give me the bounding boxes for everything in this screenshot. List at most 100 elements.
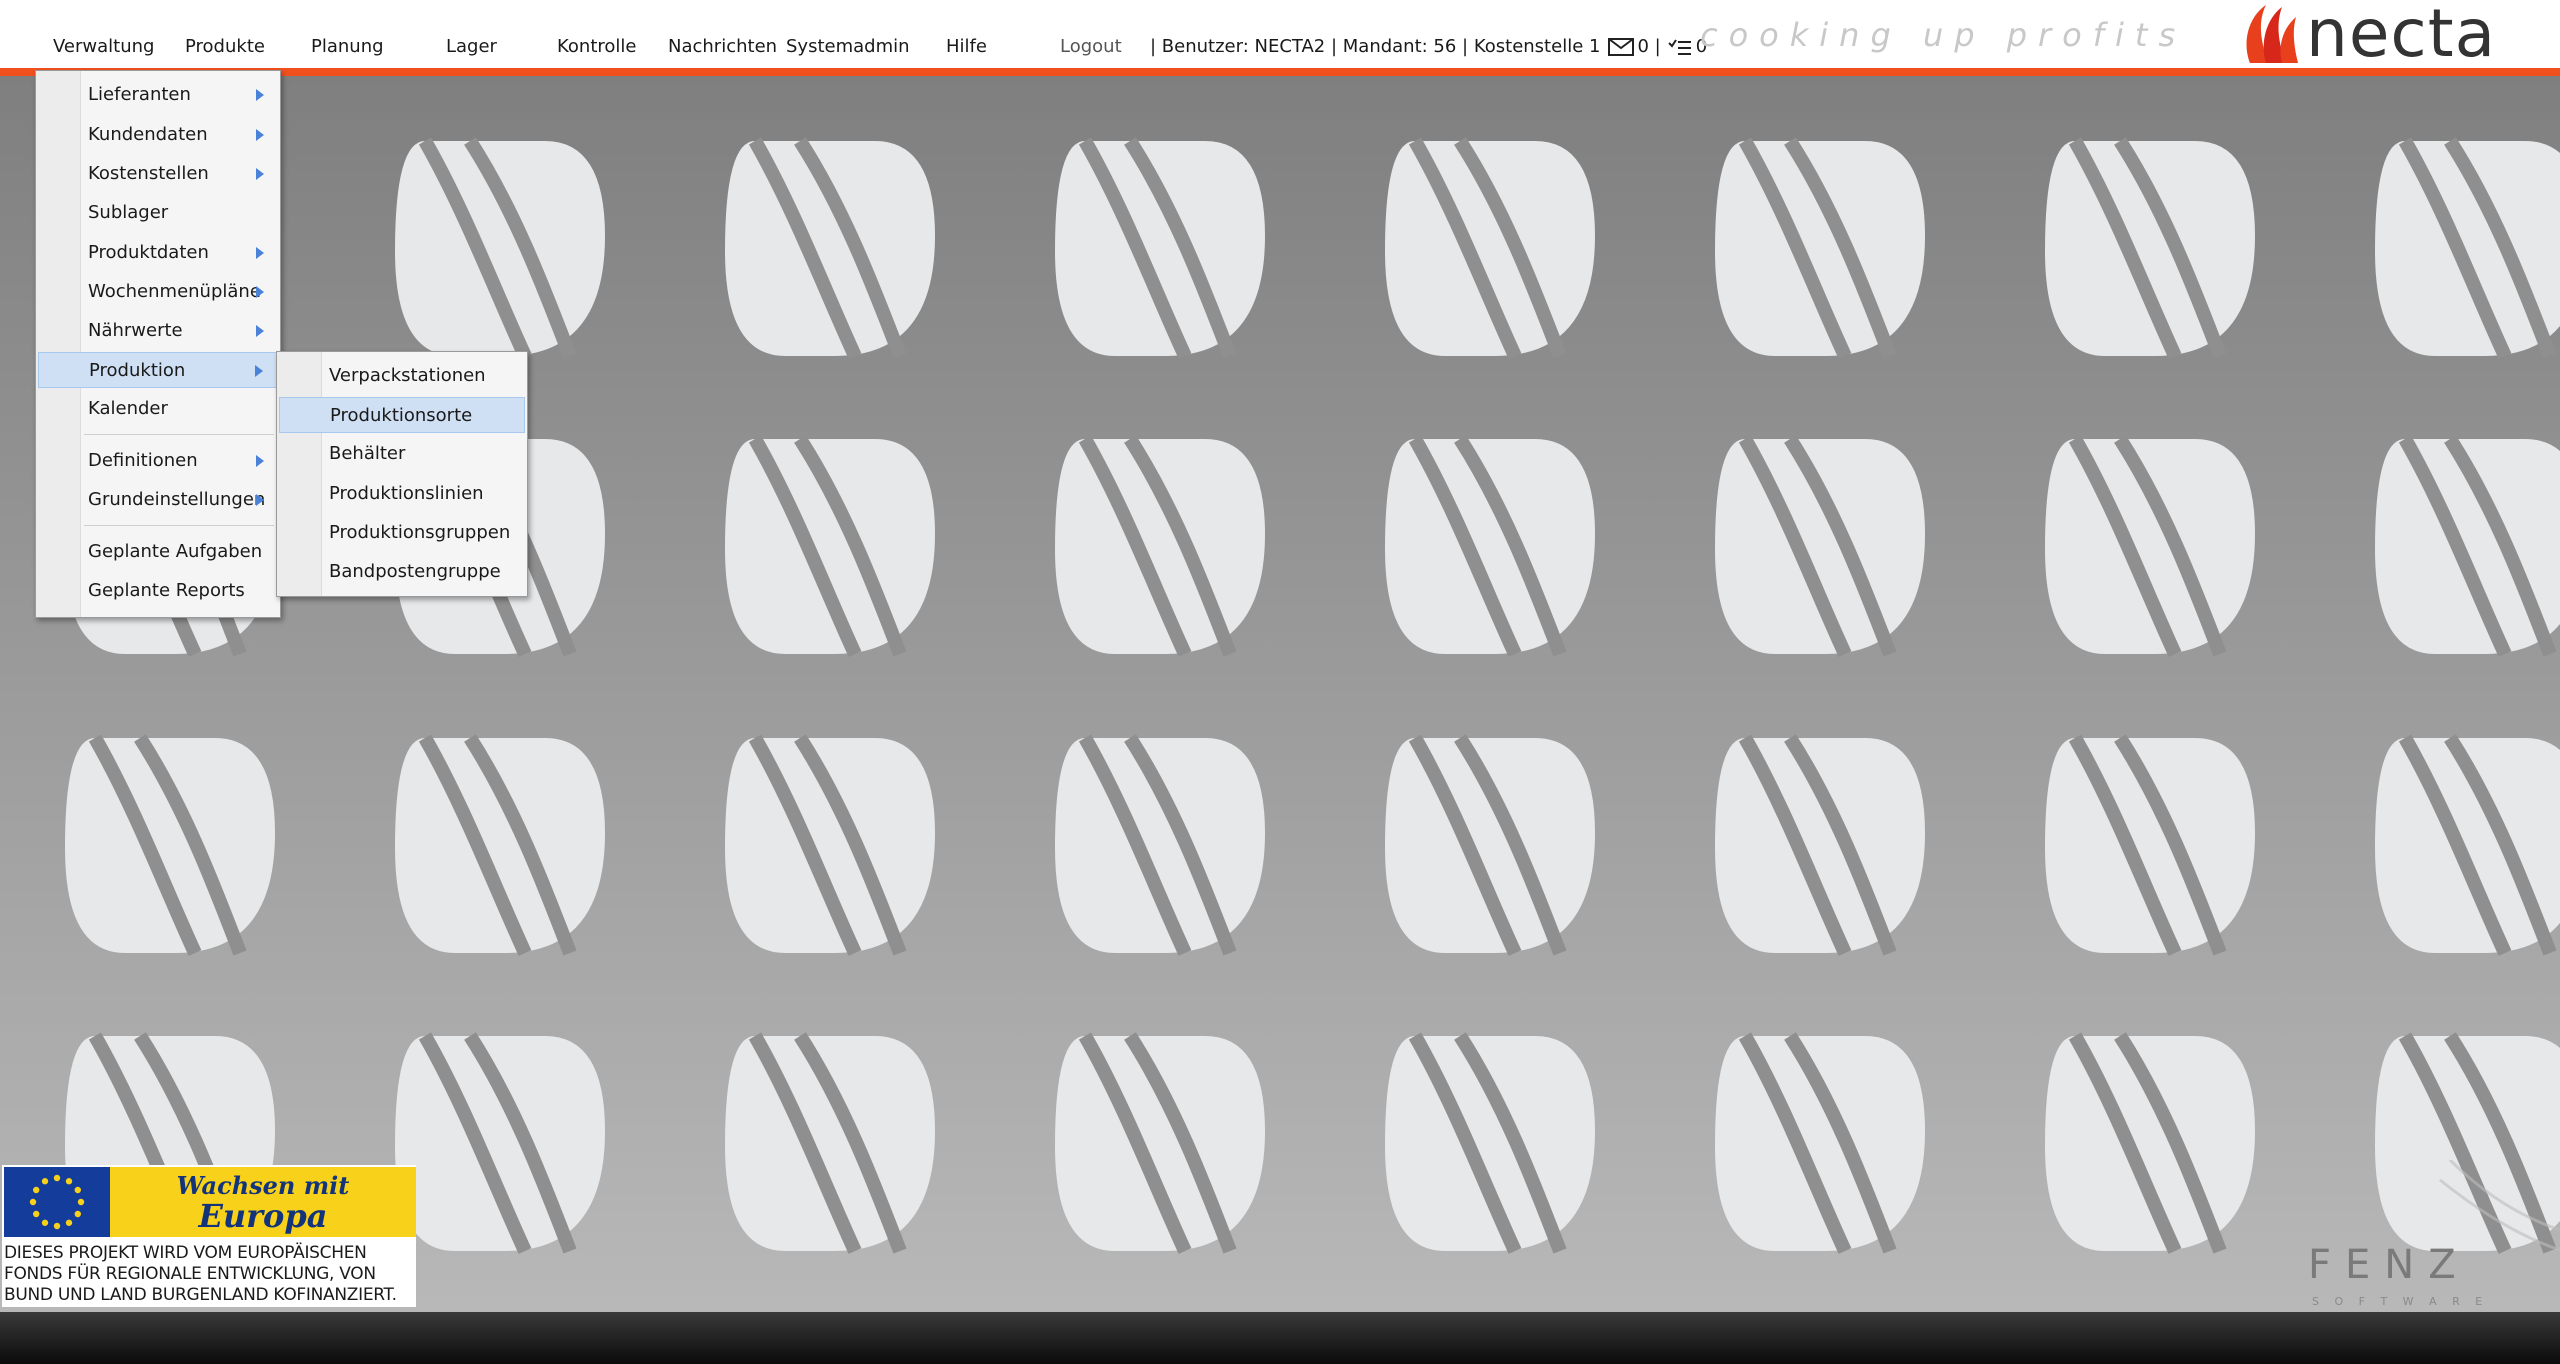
submenu-arrow-icon [256,286,264,298]
leaf-decoration [1385,439,1595,654]
leaf-decoration [2045,1036,2255,1251]
top-menu-bar: Verwaltung Produkte Planung Lager Kontro… [0,0,2560,68]
menu-separator [84,434,274,435]
fenz-logo-sub: S O F T W A R E [2312,1295,2488,1308]
eu-star-icon [65,1219,73,1226]
leaf-decoration [1385,1036,1595,1251]
submenu-arrow-icon [256,89,264,101]
submenu-arrow-icon [256,455,264,467]
submenu-arrow-icon [256,247,264,259]
menu-item-kundendaten[interactable]: Kundendaten [38,117,278,153]
flame-icon [2246,5,2298,63]
header-accent-line [0,68,2560,76]
menu-separator [84,525,274,526]
nav-verwaltung[interactable]: Verwaltung [53,36,154,57]
menu-item-kostenstellen[interactable]: Kostenstellen [38,156,278,192]
leaf-decoration [2375,439,2560,654]
eu-star-icon [74,1210,81,1218]
menu-item-kalender[interactable]: Kalender [38,391,278,427]
leaf-decoration [725,1036,935,1251]
leaf-decoration [2045,439,2255,654]
eu-star-icon [29,1198,37,1206]
leaf-decoration [1055,738,1265,953]
eu-star-icon [33,1210,40,1218]
menu-item-produktion[interactable]: Produktion [38,352,278,388]
leaf-decoration [1055,439,1265,654]
eu-star-icon [65,1178,73,1185]
leaf-decoration [2045,141,2255,356]
fenz-software-logo: FENZ S O F T W A R E [2300,1158,2560,1310]
logout-link[interactable]: Logout [1060,36,1122,57]
menu-item-definitionen[interactable]: Definitionen [38,443,278,479]
brand-name: necta [2306,0,2497,72]
leaf-decoration [725,738,935,953]
menu-item-grundeinstellungen[interactable]: Grundeinstellungen [38,482,278,518]
produktion-submenu: Verpackstationen Produktionsorte Behälte… [276,351,528,597]
submenu-arrow-icon [255,365,263,377]
eu-text-line: BUND UND LAND BURGENLAND KOFINANZIERT. [4,1285,397,1305]
leaf-decoration [1715,439,1925,654]
menu-item-sublager[interactable]: Sublager [38,195,278,231]
eu-slogan-line2: Europa [198,1197,328,1235]
leaf-decoration [2375,141,2560,356]
eu-star-icon [77,1198,85,1206]
leaf-decoration [1715,1036,1925,1251]
leaf-decoration [2045,738,2255,953]
eu-text-line: FONDS FÜR REGIONALE ENTWICKLUNG, VON [4,1264,376,1284]
nav-lager[interactable]: Lager [446,36,497,57]
eu-funding-logo: Wachsen mit Europa DIESES PROJEKT WIRD V… [2,1165,416,1307]
leaf-decoration [1385,738,1595,953]
submenu-item-bandpostengruppe[interactable]: Bandpostengruppe [279,554,525,590]
submenu-item-produktionslinien[interactable]: Produktionslinien [279,476,525,512]
leaf-decoration [1385,141,1595,356]
menu-item-produktdaten[interactable]: Produktdaten [38,235,278,271]
leaf-decoration [395,738,605,953]
eu-flag-icon [4,1167,110,1237]
menu-item-wochenmenueplaene[interactable]: Wochenmenüpläne [38,274,278,310]
message-count: 0 | [1637,36,1661,57]
brand-tagline: cooking up profits [1700,16,2187,54]
fenz-logo-name: FENZ [2308,1242,2470,1288]
user-info-text: | Benutzer: NECTA2 | Mandant: 56 | Koste… [1150,36,1601,57]
submenu-item-produktionsorte[interactable]: Produktionsorte [279,397,525,433]
submenu-item-verpackstationen[interactable]: Verpackstationen [279,358,525,394]
leaf-decoration [1715,141,1925,356]
submenu-arrow-icon [256,325,264,337]
nav-hilfe[interactable]: Hilfe [946,36,987,57]
menu-item-geplante-aufgaben[interactable]: Geplante Aufgaben [38,534,278,570]
eu-star-icon [41,1219,49,1226]
eu-star-icon [33,1186,40,1194]
status-info: | Benutzer: NECTA2 | Mandant: 56 | Koste… [1150,36,1707,57]
task-list-icon[interactable] [1667,37,1693,57]
bottom-bar [0,1312,2560,1364]
submenu-arrow-icon [256,129,264,141]
eu-slogan-line1: Wachsen mit [176,1171,350,1200]
eu-star-icon [53,1222,61,1230]
eu-star-icon [53,1174,61,1182]
eu-text-line: DIESES PROJEKT WIRD VOM EUROPÄISCHEN [4,1243,367,1263]
eu-star-icon [74,1186,81,1194]
leaf-decoration [725,439,935,654]
leaf-decoration [1715,738,1925,953]
desktop-background [0,76,2560,1312]
menu-item-lieferanten[interactable]: Lieferanten [38,77,278,113]
nav-planung[interactable]: Planung [311,36,384,57]
mail-icon[interactable] [1608,37,1635,57]
leaf-decoration [395,1036,605,1251]
leaf-decoration [1055,141,1265,356]
eu-star-icon [41,1178,49,1185]
leaf-decoration [725,141,935,356]
nav-kontrolle[interactable]: Kontrolle [557,36,636,57]
submenu-item-behaelter[interactable]: Behälter [279,436,525,472]
menu-item-naehrwerte[interactable]: Nährwerte [38,313,278,349]
leaf-decoration [395,141,605,356]
submenu-arrow-icon [256,494,264,506]
leaf-decoration [65,738,275,953]
nav-systemadmin[interactable]: Systemadmin [786,36,910,57]
nav-produkte[interactable]: Produkte [185,36,265,57]
menu-item-geplante-reports[interactable]: Geplante Reports [38,573,278,609]
nav-nachrichten[interactable]: Nachrichten [668,36,777,57]
submenu-item-produktionsgruppen[interactable]: Produktionsgruppen [279,515,525,551]
leaf-decoration [2375,738,2560,953]
leaf-pattern [0,76,2560,1312]
